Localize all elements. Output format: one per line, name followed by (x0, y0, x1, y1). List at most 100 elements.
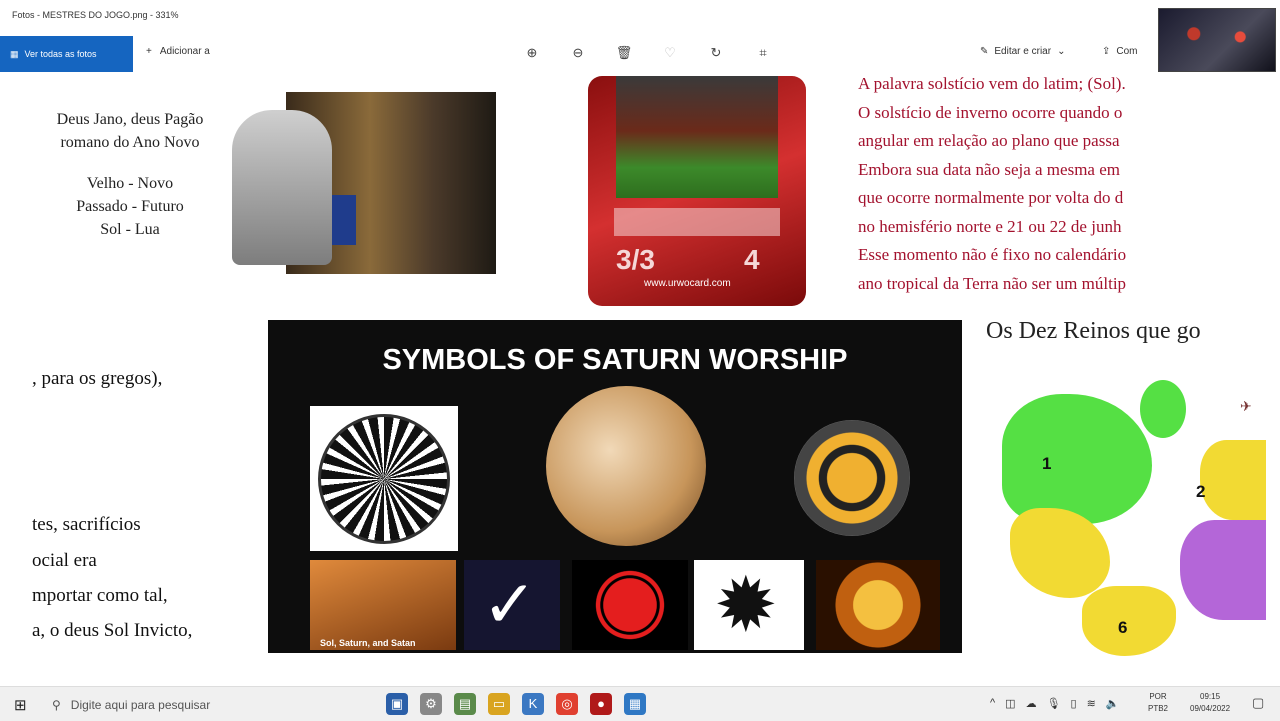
sun-wheel-symbol (310, 406, 458, 551)
solstice-line: Esse momento não é fixo no calendário (858, 245, 1127, 264)
poster-caption: Sol, Saturn, and Satan (320, 638, 416, 648)
system-tray: ^ ◫ ☁ 🎙 ▯ ≋ 🔈 (990, 697, 1120, 710)
search-placeholder: Digite aqui para pesquisar (70, 698, 211, 712)
share-button[interactable]: ⇪ Com (1102, 46, 1138, 57)
crop-icon[interactable]: ⌗ (754, 44, 772, 62)
solstice-line: no hemisfério norte e 21 ou 22 de junh (858, 216, 1122, 236)
app-icon[interactable]: ▤ (454, 693, 476, 715)
gallery-icon: ▦ (10, 48, 19, 59)
jano-line: romano do Ano Novo (60, 134, 200, 151)
africa-region (1180, 520, 1266, 620)
jano-line: Sol - Lua (100, 221, 160, 238)
folder-icon[interactable]: ▭ (488, 693, 510, 715)
jano-line: Passado - Futuro (76, 198, 184, 215)
card-url: www.urwocard.com (644, 278, 731, 289)
heart-icon[interactable]: ♡ (661, 44, 679, 62)
sun-icon: ✹ (714, 563, 778, 648)
map-label: 2 (1196, 482, 1206, 501)
eye-sun-symbol: ✹ (694, 560, 804, 650)
clock-date: 09/04/2022 (1190, 704, 1231, 713)
share-label: Com (1116, 46, 1138, 57)
taskbar-search[interactable]: ⚲ Digite aqui para pesquisar (52, 694, 370, 716)
search-icon: ⚲ (52, 698, 61, 712)
saturn-planet-image (546, 386, 706, 546)
add-to-label: Adicionar a (159, 46, 210, 57)
rotate-icon[interactable]: ↻ (707, 44, 725, 62)
taskbar: ⊞ ⚲ Digite aqui para pesquisar ▣ ⚙ ▤ ▭ K… (0, 686, 1280, 721)
zoom-in-icon[interactable]: ⊕ (523, 44, 541, 62)
chevron-up-icon[interactable]: ^ (990, 697, 995, 710)
game-card: 3/3 4 www.urwocard.com (588, 76, 806, 306)
zoom-out-icon[interactable]: ⊖ (569, 44, 587, 62)
map-label: 1 (1042, 454, 1052, 473)
language-indicator[interactable]: POR PTB2 (1148, 691, 1168, 715)
app-icon[interactable]: ▣ (386, 693, 408, 715)
jano-caption: Deus Jano, deus Pagão romano do Ano Novo… (30, 108, 230, 241)
card-power-toughness: 3/3 (616, 244, 655, 275)
network-icon[interactable]: ◫ (1005, 697, 1015, 710)
wifi-icon[interactable]: ≋ (1087, 697, 1096, 710)
left-text-line: ocial era (32, 550, 97, 571)
janus-bust-image (232, 110, 332, 265)
windows-start-icon[interactable]: ⊞ (14, 696, 27, 714)
solstice-line: que ocorre normalmente por volta do d (858, 188, 1124, 207)
microphone-icon[interactable]: 🎙 (1047, 697, 1061, 710)
all-photos-button[interactable]: ▦ Ver todas as fotos (0, 36, 133, 72)
left-text-line: , para os gregos), (32, 368, 163, 389)
lang-line: POR (1149, 692, 1167, 701)
jano-line (30, 154, 230, 172)
taskbar-apps: ▣ ⚙ ▤ ▭ K ◎ ● ▦ (386, 693, 646, 715)
bird-icon: ✈ (1240, 398, 1252, 414)
edit-create-label: Editar e criar (994, 46, 1052, 57)
solstice-line: angular em relação ao plano que passa (858, 131, 1120, 150)
world-map: 1 2 6 ✈ (990, 368, 1266, 658)
solstice-line: A palavra solstício vem do latim; (Sol). (858, 74, 1126, 93)
europe-region (1200, 440, 1266, 520)
edit-create-button[interactable]: ✎ Editar e criar ⌄ (980, 46, 1065, 57)
card-text-box (614, 208, 780, 236)
add-to-button[interactable]: + Adicionar a (146, 46, 210, 57)
plus-icon: + (146, 46, 152, 57)
wheel-icon (318, 414, 450, 544)
left-text-line: tes, sacrifícios (32, 514, 141, 535)
title-bar: Fotos - MESTRES DO JOGO.png - 331% (0, 0, 1280, 30)
checkmark-icon: ✓ (482, 567, 538, 641)
saturn-poster: SYMBOLS OF SATURN WORSHIP Sol, Saturn, a… (268, 320, 962, 653)
jano-line: Velho - Novo (86, 175, 174, 192)
north-america-region (1002, 394, 1152, 524)
app-icon[interactable]: K (522, 693, 544, 715)
red-sun-symbol (572, 560, 688, 650)
window-title: Fotos - MESTRES DO JOGO.png - 331% (12, 10, 179, 20)
golden-sun-symbol (816, 560, 940, 650)
solstice-line: ano tropical da Terra não ser um múltip (858, 273, 1127, 293)
reinos-title: Os Dez Reinos que go (986, 318, 1201, 344)
lang-line: PTB2 (1148, 704, 1169, 713)
card-cost: 4 (744, 244, 760, 275)
app-icon[interactable]: ● (590, 693, 612, 715)
cloud-icon[interactable]: ☁ (1026, 697, 1037, 710)
south-america-region (1082, 586, 1176, 656)
solstice-text: A palavra solstício vem do latim; (Sol).… (858, 70, 1268, 298)
card-art (616, 76, 778, 198)
edit-icon: ✎ (980, 46, 989, 57)
greenland-region (1140, 380, 1186, 438)
v-symbol: ✓ (464, 560, 560, 650)
chevron-down-icon: ⌄ (1057, 46, 1066, 57)
clock[interactable]: 09:15 09/04/2022 (1190, 691, 1230, 715)
app-icon[interactable]: ⚙ (420, 693, 442, 715)
photos-app-icon[interactable]: ▦ (624, 693, 646, 715)
battery-icon[interactable]: ▯ (1071, 697, 1077, 710)
solstice-line: Embora sua data não seja a mesma em (858, 159, 1120, 179)
chrome-icon[interactable]: ◎ (556, 693, 578, 715)
clock-time: 09:15 (1200, 692, 1221, 701)
trash-icon[interactable]: 🗑 (615, 44, 633, 62)
jano-line: Deus Jano, deus Pagão (56, 111, 204, 128)
notification-icon[interactable]: ▢ (1252, 695, 1264, 711)
solstice-line: O solstício de inverno ocorre quando o (858, 102, 1123, 122)
all-photos-label: Ver todas as fotos (24, 49, 97, 59)
black-sun-symbol (794, 420, 910, 536)
poster-title: SYMBOLS OF SATURN WORSHIP (382, 344, 848, 376)
volume-icon[interactable]: 🔈 (1106, 697, 1120, 710)
webcam-overlay (1158, 8, 1276, 72)
map-label: 6 (1118, 618, 1128, 637)
